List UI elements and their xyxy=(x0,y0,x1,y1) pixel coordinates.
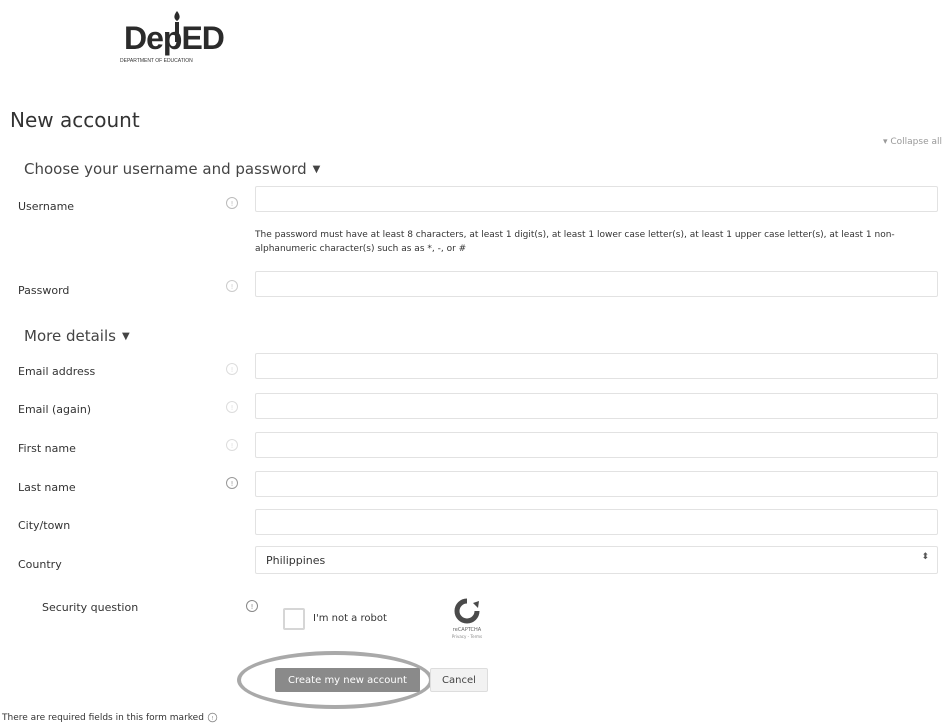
section-details-title: More details xyxy=(24,327,116,345)
required-icon: ! xyxy=(226,197,238,209)
username-field[interactable] xyxy=(255,186,938,212)
required-icon: ! xyxy=(246,600,258,612)
recaptcha-icon xyxy=(454,598,480,624)
svg-text:!: ! xyxy=(231,442,234,450)
email-again-field[interactable] xyxy=(255,393,938,419)
svg-text:!: ! xyxy=(231,366,234,374)
password-label: Password xyxy=(18,284,70,297)
last-name-input[interactable] xyxy=(256,472,937,496)
recaptcha-links[interactable]: Privacy - Terms xyxy=(443,634,491,639)
required-icon: ! xyxy=(207,712,218,723)
recaptcha-brand: reCAPTCHA xyxy=(452,627,482,633)
email-label: Email address xyxy=(18,365,96,378)
first-name-input[interactable] xyxy=(256,433,937,457)
country-selected-value: Philippines xyxy=(266,554,326,567)
caret-down-icon: ▼ xyxy=(121,331,130,342)
password-help-text: The password must have at least 8 charac… xyxy=(255,230,895,254)
required-icon: ! xyxy=(226,280,238,292)
svg-text:!: ! xyxy=(251,603,254,611)
required-fields-note: There are required fields in this form m… xyxy=(2,712,218,723)
section-details-header[interactable]: More details ▼ xyxy=(24,327,130,345)
cancel-button[interactable]: Cancel xyxy=(430,668,488,692)
recaptcha-logo: reCAPTCHA Privacy - Terms xyxy=(443,597,491,643)
first-name-label: First name xyxy=(18,442,76,455)
collapse-all-link[interactable]: ▾ Collapse all xyxy=(883,137,942,147)
svg-text:!: ! xyxy=(211,716,213,722)
city-field[interactable] xyxy=(255,509,938,535)
svg-text:!: ! xyxy=(231,404,234,412)
create-account-button[interactable]: Create my new account xyxy=(275,668,420,692)
country-select[interactable]: Philippines ⬍ xyxy=(255,546,938,574)
required-fields-text: There are required fields in this form m… xyxy=(2,713,204,723)
city-input[interactable] xyxy=(256,510,937,534)
required-icon: ! xyxy=(226,477,238,489)
select-arrows-icon: ⬍ xyxy=(921,552,929,562)
email-again-label: Email (again) xyxy=(18,403,92,416)
email-again-input[interactable] xyxy=(256,394,937,418)
section-credentials-title: Choose your username and password xyxy=(24,160,307,178)
svg-text:!: ! xyxy=(231,200,234,208)
required-icon: ! xyxy=(226,439,238,451)
last-name-label: Last name xyxy=(18,481,76,494)
logo-subtitle: DEPARTMENT OF EDUCATION xyxy=(120,58,193,64)
email-input[interactable] xyxy=(256,354,937,378)
logo-text: DepED xyxy=(124,20,225,56)
caret-down-icon: ▼ xyxy=(312,164,321,175)
last-name-field[interactable] xyxy=(255,471,938,497)
svg-text:!: ! xyxy=(231,480,234,488)
city-label: City/town xyxy=(18,519,71,532)
recaptcha-checkbox[interactable] xyxy=(283,608,305,630)
email-field[interactable] xyxy=(255,353,938,379)
deped-logo: DepED DEPARTMENT OF EDUCATION xyxy=(120,10,240,66)
password-field[interactable] xyxy=(255,271,938,297)
recaptcha-label: I'm not a robot xyxy=(313,613,387,624)
country-label: Country xyxy=(18,558,62,571)
section-credentials-header[interactable]: Choose your username and password ▼ xyxy=(24,160,320,178)
page-title: New account xyxy=(10,108,140,132)
username-input[interactable] xyxy=(256,187,937,211)
username-label: Username xyxy=(18,200,75,213)
first-name-field[interactable] xyxy=(255,432,938,458)
required-icon: ! xyxy=(226,401,238,413)
security-question-label: Security question xyxy=(42,601,139,614)
password-input[interactable] xyxy=(256,272,937,296)
svg-text:!: ! xyxy=(231,283,234,291)
required-icon: ! xyxy=(226,363,238,375)
